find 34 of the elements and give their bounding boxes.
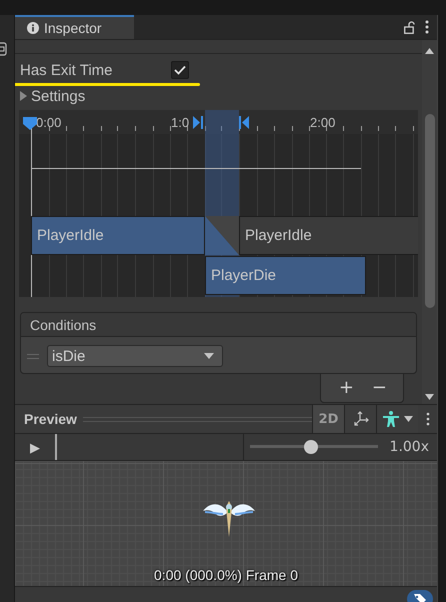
clip-bar[interactable]: PlayerIdle (239, 216, 418, 255)
drag-handle-icon[interactable] (27, 354, 39, 358)
field-label: Has Exit Time (20, 62, 114, 78)
mode-2d-button[interactable]: 2D (312, 405, 344, 433)
foldout-label[interactable]: Settings (31, 88, 86, 104)
time-label: 0:00 (36, 115, 62, 130)
more-menu-icon[interactable] (425, 20, 429, 34)
foldout-arrow-icon[interactable] (19, 91, 29, 101)
preview-title: Preview (23, 411, 78, 427)
axes-icon (352, 411, 368, 427)
lock-icon[interactable] (404, 20, 415, 34)
play-button[interactable]: ▶ (15, 440, 55, 454)
info-icon (27, 22, 39, 34)
transition-start-icon[interactable] (193, 116, 204, 129)
more-menu-icon[interactable] (426, 412, 430, 426)
conditions-header: Conditions (21, 313, 416, 337)
time-label: 2:00 (310, 115, 336, 130)
marker-icon[interactable] (22, 115, 38, 131)
inspector-tab[interactable]: Inspector (15, 15, 134, 39)
time-label: 1:0 (171, 115, 190, 130)
frame-status: 0:00 (000.0%) Frame 0 (154, 567, 298, 583)
caret-icon (404, 416, 413, 422)
transition-end-icon[interactable] (239, 116, 250, 129)
remove-button[interactable]: − (368, 377, 391, 398)
humanoid-icon (382, 411, 400, 427)
caret-icon (204, 353, 214, 359)
checkbox[interactable] (171, 61, 189, 79)
add-button[interactable]: + (334, 377, 358, 398)
speed-value: 1.00x (388, 439, 430, 455)
parameter-dropdown[interactable]: isDie (47, 345, 223, 367)
scroll-up-icon[interactable] (425, 48, 434, 54)
scrollbar-thumb[interactable] (424, 114, 434, 308)
slider-thumb[interactable] (304, 440, 318, 454)
scroll-down-icon[interactable] (425, 394, 434, 400)
